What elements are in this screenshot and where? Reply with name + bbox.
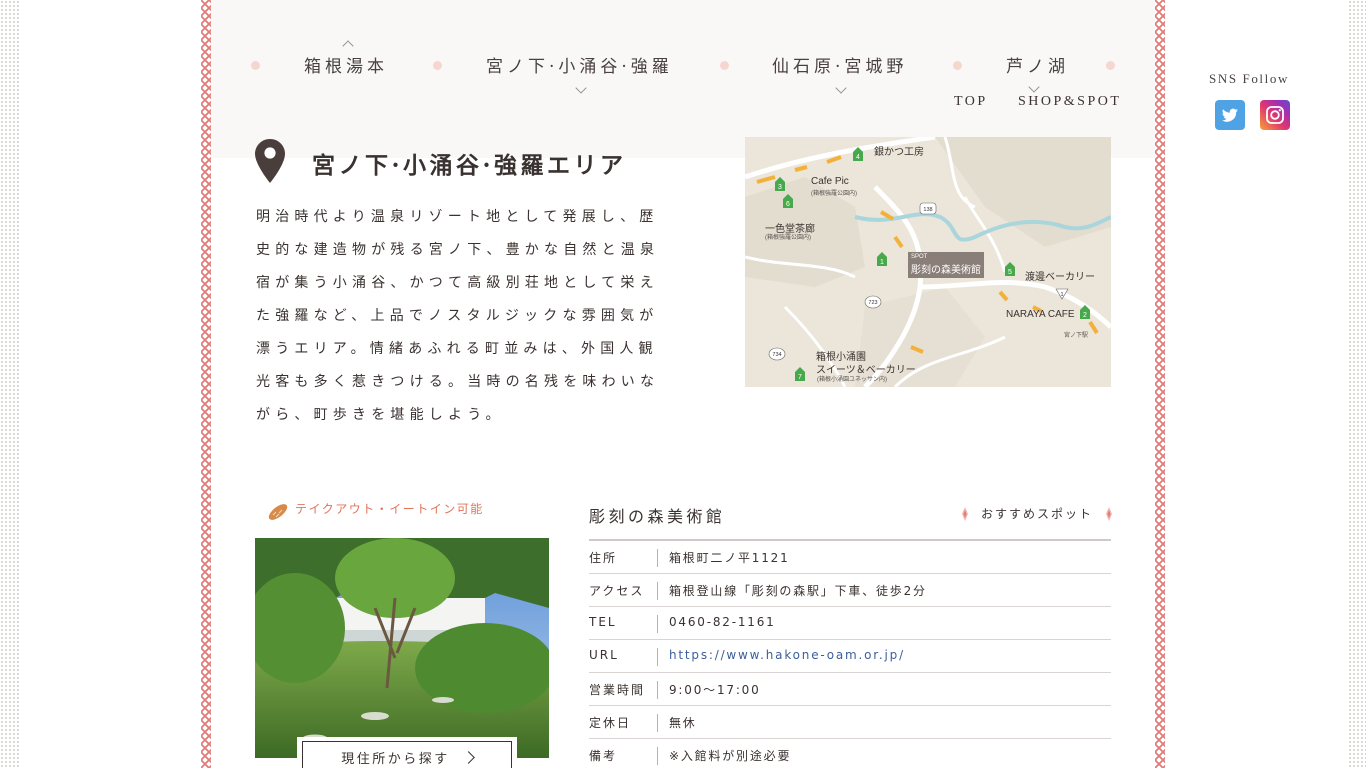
- map-marker-number: 3: [778, 184, 782, 191]
- page-margin-left: [20, 0, 201, 768]
- map-marker-number: 4: [856, 154, 860, 161]
- nav-divider-dot: [251, 61, 260, 70]
- info-label: アクセス: [589, 584, 645, 598]
- frame-border-right: [1155, 0, 1165, 768]
- locate-button-label: 現住所から探す: [341, 751, 450, 767]
- map-marker-number: 2: [1083, 312, 1087, 319]
- nav-item-hakone-yumoto[interactable]: 箱根湯本: [304, 52, 388, 77]
- locate-from-current-button[interactable]: 現住所から探す: [297, 737, 517, 768]
- instagram-icon: [1266, 106, 1284, 124]
- info-row-notes: 備考 ※入館料が別途必要: [589, 739, 1111, 768]
- info-row-access: アクセス 箱根登山線「彫刻の森駅」下車、徒歩2分: [589, 574, 1111, 607]
- info-separator: [657, 549, 658, 567]
- map-marker-number: 7: [798, 374, 802, 381]
- map-sub-cafe-pic: (箱根強羅公園内): [811, 191, 857, 197]
- nav-divider-dot: [433, 61, 442, 70]
- info-value-hours: 9:00〜17:00: [669, 683, 761, 697]
- info-separator: [657, 648, 658, 666]
- map-label-gintsu: 銀かつ工房: [874, 147, 924, 158]
- info-label: 定休日: [589, 716, 632, 730]
- info-label: TEL: [589, 615, 617, 629]
- info-separator: [657, 714, 658, 732]
- header-band: [211, 0, 1155, 158]
- nav-item-sengokuhara[interactable]: 仙石原·宮城野: [772, 52, 907, 77]
- map-pin-icon: [255, 139, 285, 183]
- ornament-right-icon: [1106, 507, 1112, 521]
- info-row-tel: TEL 0460-82-1161: [589, 607, 1111, 640]
- map-label-watanabe: 渡邊ベーカリー: [1025, 272, 1095, 283]
- info-separator: [657, 747, 658, 765]
- info-value-url-link[interactable]: https://www.hakone-oam.or.jp/: [669, 648, 905, 662]
- nav-item-miyanoshita[interactable]: 宮ノ下·小涌谷·強羅: [486, 52, 673, 77]
- info-value-address: 箱根町二ノ平1121: [669, 551, 790, 565]
- info-separator: [657, 615, 658, 633]
- svg-text:734: 734: [772, 352, 781, 358]
- info-label: 営業時間: [589, 683, 646, 697]
- recommend-badge: おすすめスポット: [962, 505, 1112, 523]
- locate-button-frame: 現住所から探す: [302, 741, 512, 768]
- spot-name: 彫刻の森美術館: [589, 507, 726, 526]
- nav-divider-dot: [1106, 61, 1115, 70]
- info-row-address: 住所 箱根町二ノ平1121: [589, 541, 1111, 574]
- info-value-notes: ※入館料が別途必要: [669, 749, 792, 763]
- svg-text:138: 138: [923, 207, 932, 213]
- recommend-label: おすすめスポット: [980, 507, 1093, 521]
- frame-border-left: [201, 0, 211, 768]
- map-marker-number: 6: [786, 201, 790, 208]
- page-margin-right: [1165, 0, 1347, 768]
- subnav-shop-spot[interactable]: SHOP&SPOT: [1018, 94, 1121, 110]
- nav-item-ashinoko[interactable]: 芦ノ湖: [1006, 52, 1069, 77]
- info-row-closed: 定休日 無休: [589, 706, 1111, 739]
- twitter-button[interactable]: [1215, 100, 1245, 130]
- sns-follow-title: SNS Follow: [1209, 71, 1289, 86]
- map-label-museum: 彫刻の森美術館: [911, 265, 981, 276]
- svg-text:1: 1: [1060, 292, 1063, 298]
- area-title: 宮ノ下·小涌谷·強羅エリア: [312, 152, 627, 179]
- map-label-naraya: NARAYA CAFE: [1006, 309, 1075, 320]
- instagram-button[interactable]: [1260, 100, 1290, 130]
- bread-icon: [268, 504, 288, 520]
- info-value-tel[interactable]: 0460-82-1161: [669, 615, 776, 629]
- map-spot-tag-label: SPOT: [911, 254, 928, 260]
- svg-text:723: 723: [868, 300, 877, 306]
- nav-divider-dot: [953, 61, 962, 70]
- map-sub-kowaki: (箱根小涌園ユネッサン内): [817, 377, 887, 383]
- info-row-hours: 営業時間 9:00〜17:00: [589, 673, 1111, 706]
- chevron-right-icon: [461, 750, 475, 764]
- info-label: 備考: [589, 749, 618, 763]
- map-marker-number: 1: [880, 259, 884, 266]
- info-separator: [657, 582, 658, 600]
- spot-photo: [255, 538, 549, 758]
- map-sub-isshikido: (箱根強羅公園内): [765, 235, 811, 241]
- twitter-icon: [1221, 108, 1238, 122]
- museum-photo-image: [255, 538, 549, 758]
- map-label-miyanoshita-station: 宮ノ下駅: [1064, 333, 1089, 339]
- info-value-access: 箱根登山線「彫刻の森駅」下車、徒歩2分: [669, 584, 927, 598]
- info-value-closed: 無休: [669, 716, 697, 730]
- takeout-badge: テイクアウト・イートイン可能: [295, 502, 484, 516]
- map-spot-tag: SPOT 彫刻の森美術館: [908, 252, 984, 278]
- ornament-left-icon: [962, 507, 968, 521]
- map-label-cafe-pic: Cafe Pic: [811, 176, 849, 187]
- subnav-top[interactable]: TOP: [954, 94, 988, 110]
- info-label: 住所: [589, 551, 618, 565]
- info-label: URL: [589, 648, 619, 662]
- info-separator: [657, 681, 658, 699]
- map-marker-number: 5: [1008, 269, 1012, 276]
- info-row-url: URL https://www.hakone-oam.or.jp/: [589, 640, 1111, 673]
- area-description: 明治時代より温泉リゾート地として発展し、歴史的な建造物が残る宮ノ下、豊かな自然と…: [256, 209, 660, 423]
- nav-divider-dot: [720, 61, 729, 70]
